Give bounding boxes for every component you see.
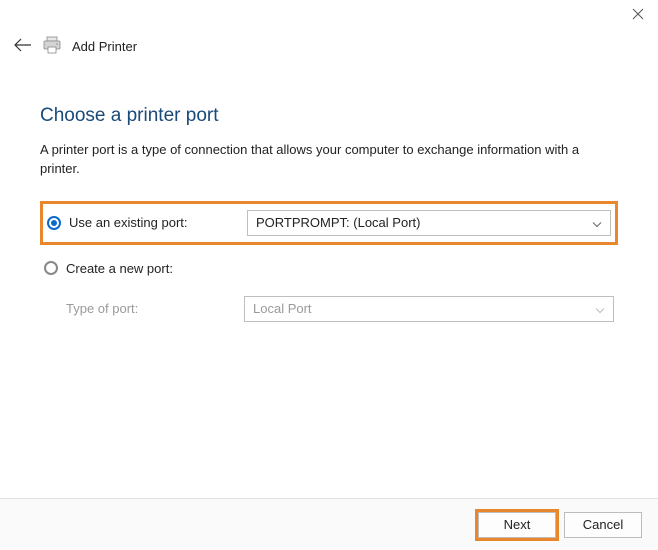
back-button[interactable] <box>14 38 32 55</box>
wizard-title: Add Printer <box>72 39 137 54</box>
create-port-radio[interactable]: Create a new port: <box>44 261 244 276</box>
chevron-down-icon <box>595 301 605 316</box>
port-type-value: Local Port <box>253 301 312 316</box>
cancel-button[interactable]: Cancel <box>564 512 642 538</box>
close-icon <box>632 8 644 20</box>
create-port-label: Create a new port: <box>66 261 173 276</box>
radio-unselected-icon <box>44 261 58 275</box>
wizard-footer: Next Cancel <box>0 498 658 550</box>
existing-port-value: PORTPROMPT: (Local Port) <box>256 215 420 230</box>
existing-port-radio[interactable]: Use an existing port: <box>47 215 247 230</box>
existing-port-row: Use an existing port: PORTPROMPT: (Local… <box>40 201 618 245</box>
port-type-row: Type of port: Local Port <box>40 292 618 326</box>
wizard-header: Add Printer <box>0 0 658 57</box>
create-port-row: Create a new port: <box>40 257 618 280</box>
printer-icon <box>42 36 62 57</box>
page-description: A printer port is a type of connection t… <box>40 141 618 179</box>
page-heading: Choose a printer port <box>40 105 618 127</box>
existing-port-label: Use an existing port: <box>69 215 188 230</box>
port-type-label: Type of port: <box>44 301 244 316</box>
port-type-select: Local Port <box>244 296 614 322</box>
chevron-down-icon <box>592 215 602 230</box>
wizard-content: Choose a printer port A printer port is … <box>0 57 658 326</box>
close-button[interactable] <box>632 8 644 23</box>
radio-selected-icon <box>47 216 61 230</box>
next-button[interactable]: Next <box>478 512 556 538</box>
existing-port-select[interactable]: PORTPROMPT: (Local Port) <box>247 210 611 236</box>
back-arrow-icon <box>14 38 32 52</box>
